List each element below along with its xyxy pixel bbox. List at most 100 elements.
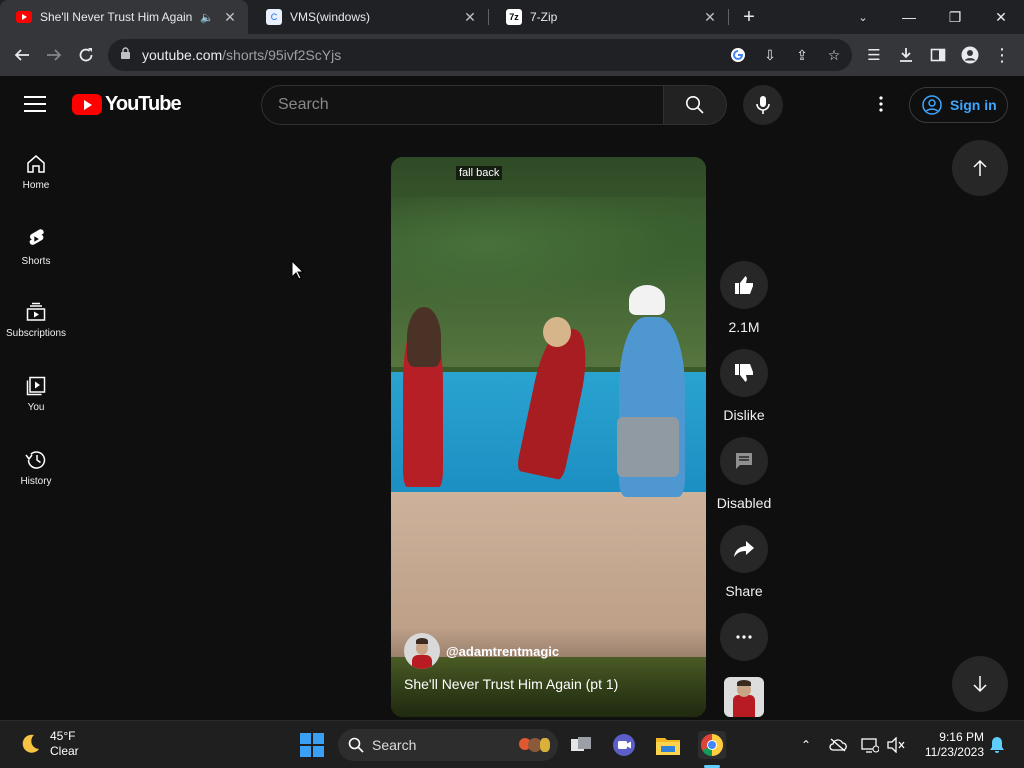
restore-button[interactable]: ❐ (932, 0, 978, 34)
share-arrow-icon (734, 541, 754, 557)
url-text: youtube.com/shorts/95ivf2ScYjs (142, 47, 341, 63)
audio-playing-icon[interactable]: 🔈 (200, 11, 214, 24)
weather-temperature: 45°F (50, 729, 76, 743)
network-display-icon[interactable] (861, 736, 879, 754)
previous-short-button[interactable] (952, 140, 1008, 196)
home-icon (27, 155, 45, 173)
sidebar-item-subscriptions[interactable]: Subscriptions (0, 280, 72, 354)
tab-title: VMS(windows) (290, 10, 371, 24)
system-clock[interactable]: 9:16 PM 11/23/2023 (914, 730, 984, 760)
like-action: 2.1M (717, 261, 771, 335)
you-library-icon (26, 376, 46, 396)
arrow-left-icon (14, 49, 29, 61)
channel-info[interactable]: @adamtrentmagic (404, 633, 559, 669)
tab-separator (488, 9, 489, 25)
share-label: Share (725, 583, 763, 599)
sign-in-button[interactable]: Sign in (909, 87, 1008, 123)
new-tab-button[interactable]: + (726, 0, 772, 34)
comments-button[interactable] (720, 437, 768, 485)
sidebar-item-you[interactable]: You (0, 354, 72, 428)
show-hidden-icons-chevron-icon[interactable]: ⌃ (797, 736, 815, 754)
audio-source-thumbnail[interactable] (724, 677, 764, 717)
sidebar-item-home[interactable]: Home (0, 132, 72, 206)
windows-start-icon[interactable] (300, 733, 324, 757)
search-button[interactable] (663, 85, 727, 125)
channel-name[interactable]: @adamtrentmagic (446, 644, 559, 659)
more-options-button[interactable] (720, 613, 768, 661)
tab-youtube-short[interactable]: She'll Never Trust Him Again (pt 1) 🔈 ✕ (0, 0, 248, 34)
next-short-button[interactable] (952, 656, 1008, 712)
browser-tab-bar: She'll Never Trust Him Again (pt 1) 🔈 ✕ … (0, 0, 1024, 34)
address-bar[interactable]: youtube.com/shorts/95ivf2ScYjs ⇩ ⇪ ☆ (108, 39, 852, 71)
share-button[interactable] (720, 525, 768, 573)
google-lens-icon[interactable] (728, 45, 748, 65)
comments-action: Disabled (717, 437, 771, 511)
close-tab-icon[interactable]: ✕ (220, 9, 240, 26)
bookmark-star-icon[interactable]: ☆ (824, 45, 844, 65)
7zip-favicon-icon: 7z (506, 9, 522, 25)
onedrive-offline-icon[interactable] (829, 736, 847, 754)
sidebar-item-history[interactable]: History (0, 428, 72, 502)
search-icon (686, 96, 704, 114)
lock-icon[interactable] (120, 47, 134, 63)
like-button[interactable] (720, 261, 768, 309)
teams-chat-icon[interactable] (610, 731, 638, 759)
mouse-cursor-icon (291, 260, 305, 280)
minimize-button[interactable]: — (886, 0, 932, 34)
youtube-header: YouTube Sign in (0, 76, 1024, 132)
sidebar-item-label: Home (22, 180, 50, 191)
search-input[interactable] (262, 86, 663, 124)
browser-toolbar: youtube.com/shorts/95ivf2ScYjs ⇩ ⇪ ☆ ☰ ⋮ (0, 34, 1024, 76)
sidebar-item-label: Shorts (21, 256, 51, 267)
video-title: She'll Never Trust Him Again (pt 1) (404, 676, 619, 692)
comment-icon (736, 453, 752, 469)
tab-vms[interactable]: C VMS(windows) ✕ (250, 0, 488, 34)
notification-bell-icon[interactable] (988, 736, 1006, 754)
tab-7zip[interactable]: 7z 7-Zip ✕ (490, 0, 728, 34)
back-button[interactable] (6, 39, 38, 71)
weather-widget[interactable]: 45°F Clear (18, 729, 79, 759)
vms-favicon-icon: C (266, 9, 282, 25)
close-tab-icon[interactable]: ✕ (700, 9, 720, 26)
reload-button[interactable] (70, 39, 102, 71)
arrow-down-icon (973, 676, 987, 693)
taskbar-search[interactable]: Search (338, 729, 558, 761)
file-explorer-icon[interactable] (654, 731, 682, 759)
moon-icon (22, 734, 39, 753)
share-page-icon[interactable]: ⇪ (792, 45, 812, 65)
dislike-button[interactable] (720, 349, 768, 397)
reading-list-icon[interactable]: ☰ (858, 39, 890, 71)
menu-hamburger-icon[interactable] (24, 96, 46, 112)
close-tab-icon[interactable]: ✕ (460, 9, 480, 26)
thumbs-down-icon (735, 364, 753, 382)
install-app-icon[interactable]: ⇩ (760, 45, 780, 65)
side-panel-icon[interactable] (922, 39, 954, 71)
microphone-icon (756, 96, 770, 114)
voice-search-button[interactable] (743, 85, 783, 125)
sign-in-label: Sign in (950, 97, 997, 113)
volume-muted-icon[interactable] (887, 736, 905, 754)
windows-taskbar: 45°F Clear Search ⌃ 9:16 PM 11/23/2023 (0, 720, 1024, 768)
channel-avatar[interactable] (404, 633, 440, 669)
settings-more-icon[interactable] (870, 93, 892, 115)
video-caption-text: fall back (456, 166, 503, 180)
shorts-video-player[interactable]: fall back @adamtrentmagic She'll Never T… (391, 157, 706, 717)
tab-search-chevron-icon[interactable]: ⌄ (840, 0, 886, 34)
weather-condition: Clear (50, 744, 79, 758)
search-box (261, 85, 664, 125)
youtube-logo[interactable]: YouTube (72, 93, 182, 116)
task-view-icon[interactable] (567, 731, 595, 759)
video-person-center-head (543, 317, 571, 347)
youtube-favicon-icon (16, 11, 32, 23)
chrome-taskbar-icon[interactable] (698, 731, 726, 759)
chrome-menu-icon[interactable]: ⋮ (986, 39, 1018, 71)
sidebar-item-label: Subscriptions (5, 328, 67, 339)
logo-wordmark: YouTube (105, 93, 182, 115)
thumbs-up-icon (735, 276, 753, 294)
user-circle-icon (922, 95, 942, 115)
profile-icon[interactable] (954, 39, 986, 71)
forward-button[interactable] (38, 39, 70, 71)
close-window-button[interactable]: ✕ (978, 0, 1024, 34)
downloads-icon[interactable] (890, 39, 922, 71)
sidebar-item-shorts[interactable]: Shorts (0, 206, 72, 280)
